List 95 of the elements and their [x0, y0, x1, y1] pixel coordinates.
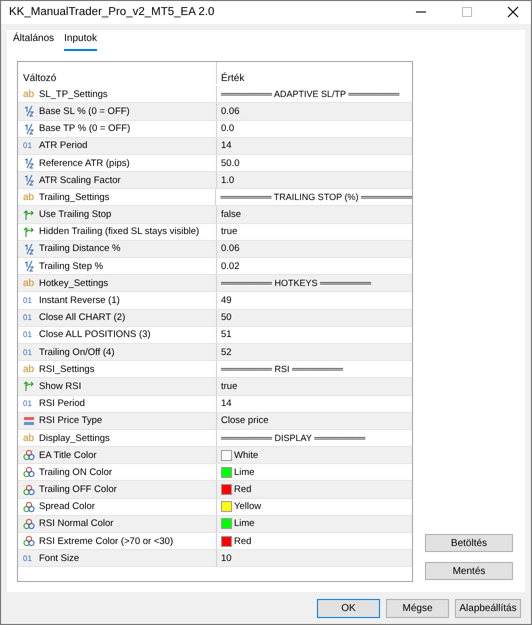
- value-cell[interactable]: ════════ TRAILING STOP (%) ════════: [216, 189, 412, 206]
- value-cell[interactable]: Lime: [217, 516, 412, 532]
- value-cell[interactable]: 14: [217, 138, 412, 154]
- value-cell[interactable]: Red: [217, 533, 412, 550]
- value-cell[interactable]: 0.0: [217, 120, 412, 137]
- parameter-name: Close ALL POSITIONS (3): [39, 329, 151, 340]
- parameter-name: Hidden Trailing (fixed SL stays visible): [39, 226, 200, 238]
- integer-type-icon: 01: [23, 348, 35, 357]
- value-cell[interactable]: 52: [217, 344, 412, 360]
- dialog-button[interactable]: Alapbeállítás: [455, 598, 521, 618]
- parameter-name: ATR Scaling Factor: [39, 174, 121, 186]
- palette-icon: [23, 518, 35, 530]
- parameter-name: Spread Color: [39, 501, 95, 512]
- parameter-name: Trailing Step %: [39, 260, 104, 272]
- palette-icon: [23, 484, 35, 496]
- parameter-name: Base TP % (0 = OFF): [39, 123, 130, 134]
- tab[interactable]: Általános: [13, 33, 54, 52]
- palette-icon: [23, 500, 35, 513]
- close-icon[interactable]: [507, 6, 519, 18]
- fraction-icon: [23, 174, 35, 186]
- value-cell[interactable]: Close price: [217, 412, 412, 429]
- value-cell[interactable]: 0.02: [217, 258, 412, 274]
- value-cell[interactable]: Yellow: [217, 498, 412, 515]
- dialog-button[interactable]: OK: [317, 598, 380, 618]
- fraction-icon: [23, 242, 35, 255]
- parameter-name: RSI Price Type: [39, 415, 102, 426]
- value-cell[interactable]: true: [217, 224, 412, 240]
- parameter-name: Trailing On/Off (4): [39, 346, 114, 358]
- text-type-icon: ab: [23, 364, 35, 375]
- palette-icon: [23, 466, 35, 478]
- side-button[interactable]: Mentés: [425, 562, 513, 580]
- value-cell[interactable]: 51: [217, 326, 412, 343]
- parameter-name: Trailing_Settings: [39, 192, 110, 203]
- parameter-name: Close All CHART (2): [39, 312, 126, 324]
- branch-arrow-icon: [23, 380, 35, 392]
- value-cell[interactable]: 1.0: [217, 172, 412, 188]
- value-cell[interactable]: 14: [217, 396, 412, 412]
- value-cell[interactable]: true: [217, 378, 412, 395]
- parameter-name: Reference ATR (pips): [39, 158, 130, 169]
- parameter-name: Base SL % (0 = OFF): [39, 106, 130, 117]
- text-type-icon: ab: [23, 192, 35, 203]
- value-cell[interactable]: 0.06: [217, 103, 412, 120]
- parameter-name: Trailing ON Color: [39, 466, 112, 478]
- parameter-name: Display_Settings: [39, 432, 110, 444]
- column-header: Változó: [18, 62, 217, 84]
- window-title: KK_ManualTrader_Pro_v2_MT5_EA 2.0: [9, 6, 216, 18]
- value-cell[interactable]: 50.0: [217, 154, 412, 172]
- value-cell[interactable]: ════════ ADAPTIVE SL/TP ════════: [217, 86, 412, 102]
- parameter-name: SL_TP_Settings: [39, 88, 108, 100]
- value-cell[interactable]: false: [217, 206, 412, 223]
- parameter-name: Trailing OFF Color: [39, 484, 117, 496]
- parameter-name: Use Trailing Stop: [39, 209, 112, 220]
- integer-type-icon: 01: [23, 296, 35, 306]
- branch-arrow-icon: [23, 208, 35, 221]
- text-type-icon: ab: [23, 88, 35, 100]
- integer-type-icon: 01: [23, 554, 35, 563]
- integer-type-icon: 01: [23, 313, 35, 322]
- value-cell[interactable]: ════════ RSI ════════: [217, 361, 412, 378]
- integer-type-icon: 01: [23, 399, 35, 408]
- fraction-icon: [23, 260, 35, 272]
- text-type-icon: ab: [23, 278, 35, 289]
- parameter-name: RSI Extreme Color (>70 or <30): [39, 536, 174, 547]
- fraction-icon: [23, 122, 35, 135]
- parameter-name: EA Title Color: [39, 450, 97, 461]
- dialog-button[interactable]: Mégse: [386, 598, 449, 618]
- palette-icon: [23, 535, 35, 548]
- value-cell[interactable]: 49: [217, 292, 412, 309]
- parameter-name: RSI Normal Color: [39, 518, 114, 530]
- side-button[interactable]: Betöltés: [425, 534, 513, 552]
- text-type-icon: ab: [23, 432, 35, 444]
- column-header: Érték: [220, 73, 246, 84]
- value-cell[interactable]: 50: [217, 310, 412, 326]
- palette-icon: [23, 449, 35, 462]
- parameter-name: RSI Period: [39, 398, 85, 410]
- integer-type-icon: 01: [23, 330, 35, 340]
- parameter-name: Trailing Distance %: [39, 243, 120, 254]
- fraction-icon: [23, 157, 35, 170]
- value-cell[interactable]: ════════ DISPLAY ════════: [217, 430, 412, 446]
- value-cell[interactable]: ════════ HOTKEYS ════════: [217, 275, 412, 292]
- integer-type-icon: 01: [23, 141, 35, 150]
- parameter-name: Hotkey_Settings: [39, 278, 108, 289]
- tab[interactable]: Inputok: [64, 33, 97, 52]
- parameter-name: Instant Reverse (1): [39, 295, 120, 306]
- parameter-name: Show RSI: [39, 380, 82, 392]
- fraction-icon: [23, 105, 35, 118]
- branch-arrow-icon: [23, 226, 35, 238]
- value-cell[interactable]: 10: [217, 550, 412, 566]
- value-cell[interactable]: Red: [217, 481, 412, 498]
- parameter-name: Font Size: [39, 552, 80, 564]
- parameter-name: RSI_Settings: [39, 364, 94, 375]
- value-cell[interactable]: White: [217, 447, 412, 464]
- value-cell[interactable]: 0.06: [217, 240, 412, 258]
- value-cell[interactable]: Lime: [217, 464, 412, 480]
- list-type-icon: [23, 414, 35, 427]
- parameter-name: ATR Period: [39, 140, 88, 152]
